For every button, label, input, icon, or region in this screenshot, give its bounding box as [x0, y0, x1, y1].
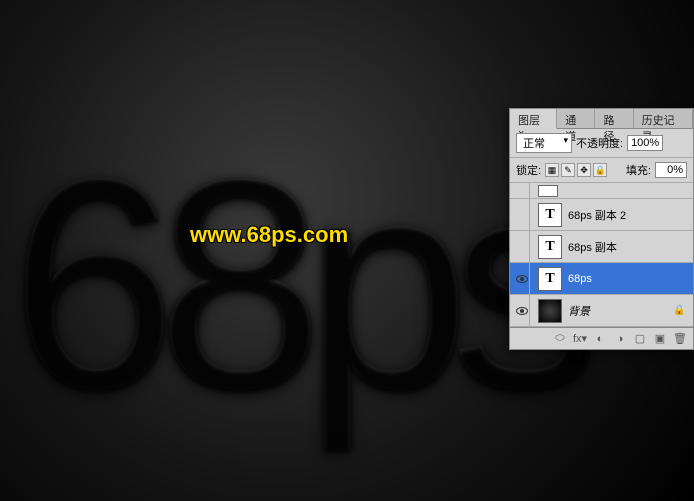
bg-layer-thumbnail: [538, 299, 562, 323]
text-layer-icon: T: [538, 203, 562, 227]
adjustment-layer-icon[interactable]: ◑: [613, 332, 627, 346]
visibility-toggle[interactable]: [514, 263, 530, 294]
new-layer-icon[interactable]: ▣: [653, 332, 667, 346]
tab-paths[interactable]: 路径: [595, 109, 633, 128]
visibility-toggle[interactable]: [514, 183, 530, 198]
eye-icon: [516, 275, 528, 283]
visibility-toggle[interactable]: [514, 231, 530, 262]
lock-icon: 🔒: [673, 305, 685, 317]
lock-transparency-icon[interactable]: ▦: [545, 163, 559, 177]
layer-name[interactable]: 背景: [568, 303, 590, 319]
opacity-input[interactable]: 100%: [627, 135, 663, 151]
opacity-label: 不透明度:: [576, 135, 623, 151]
fill-input[interactable]: 0%: [655, 162, 687, 178]
lock-position-icon[interactable]: ✥: [577, 163, 591, 177]
eye-icon: [516, 307, 528, 315]
panel-footer: ⬭ fx▾ ◐ ◑ ▢ ▣ 🗑: [510, 327, 693, 349]
blend-mode-select[interactable]: 正常: [516, 133, 572, 153]
lock-all-icon[interactable]: 🔒: [593, 163, 607, 177]
new-group-icon[interactable]: ▢: [633, 332, 647, 346]
link-layers-icon[interactable]: ⬭: [553, 332, 567, 346]
lock-image-icon[interactable]: ✎: [561, 163, 575, 177]
layer-fx-icon[interactable]: fx▾: [573, 332, 587, 346]
layer-row[interactable]: T 68ps: [510, 263, 693, 295]
visibility-toggle[interactable]: [514, 199, 530, 230]
fill-label: 填充:: [626, 162, 651, 178]
text-layer-icon: T: [538, 267, 562, 291]
layer-row[interactable]: T 68ps 副本 2: [510, 199, 693, 231]
layers-panel: 图层 × 通道 路径 历史记录 正常 不透明度: 100% 锁定: ▦ ✎ ✥ …: [509, 108, 694, 350]
layer-thumbnail: [538, 185, 558, 197]
watermark-text: www.68ps.com: [190, 222, 348, 248]
lock-fill-row: 锁定: ▦ ✎ ✥ 🔒 填充: 0%: [510, 158, 693, 183]
layer-row[interactable]: T 68ps 副本: [510, 231, 693, 263]
lock-label: 锁定:: [516, 162, 541, 178]
layers-list: T 68ps 副本 2 T 68ps 副本 T 68ps 背景 🔒: [510, 183, 693, 327]
visibility-toggle[interactable]: [514, 295, 530, 326]
layer-row[interactable]: [510, 183, 693, 199]
lock-icons-group: ▦ ✎ ✥ 🔒: [545, 163, 607, 177]
layer-mask-icon[interactable]: ◐: [593, 332, 607, 346]
tab-layers[interactable]: 图层 ×: [510, 109, 557, 129]
blend-opacity-row: 正常 不透明度: 100%: [510, 129, 693, 158]
layer-name[interactable]: 68ps 副本 2: [568, 207, 626, 223]
delete-layer-icon[interactable]: 🗑: [673, 332, 687, 346]
layer-row[interactable]: 背景 🔒: [510, 295, 693, 327]
layer-name[interactable]: 68ps: [568, 273, 592, 285]
panel-tabs: 图层 × 通道 路径 历史记录: [510, 109, 693, 129]
layer-name[interactable]: 68ps 副本: [568, 239, 617, 255]
tab-channels[interactable]: 通道: [557, 109, 595, 128]
tab-history[interactable]: 历史记录: [634, 109, 693, 128]
text-layer-icon: T: [538, 235, 562, 259]
